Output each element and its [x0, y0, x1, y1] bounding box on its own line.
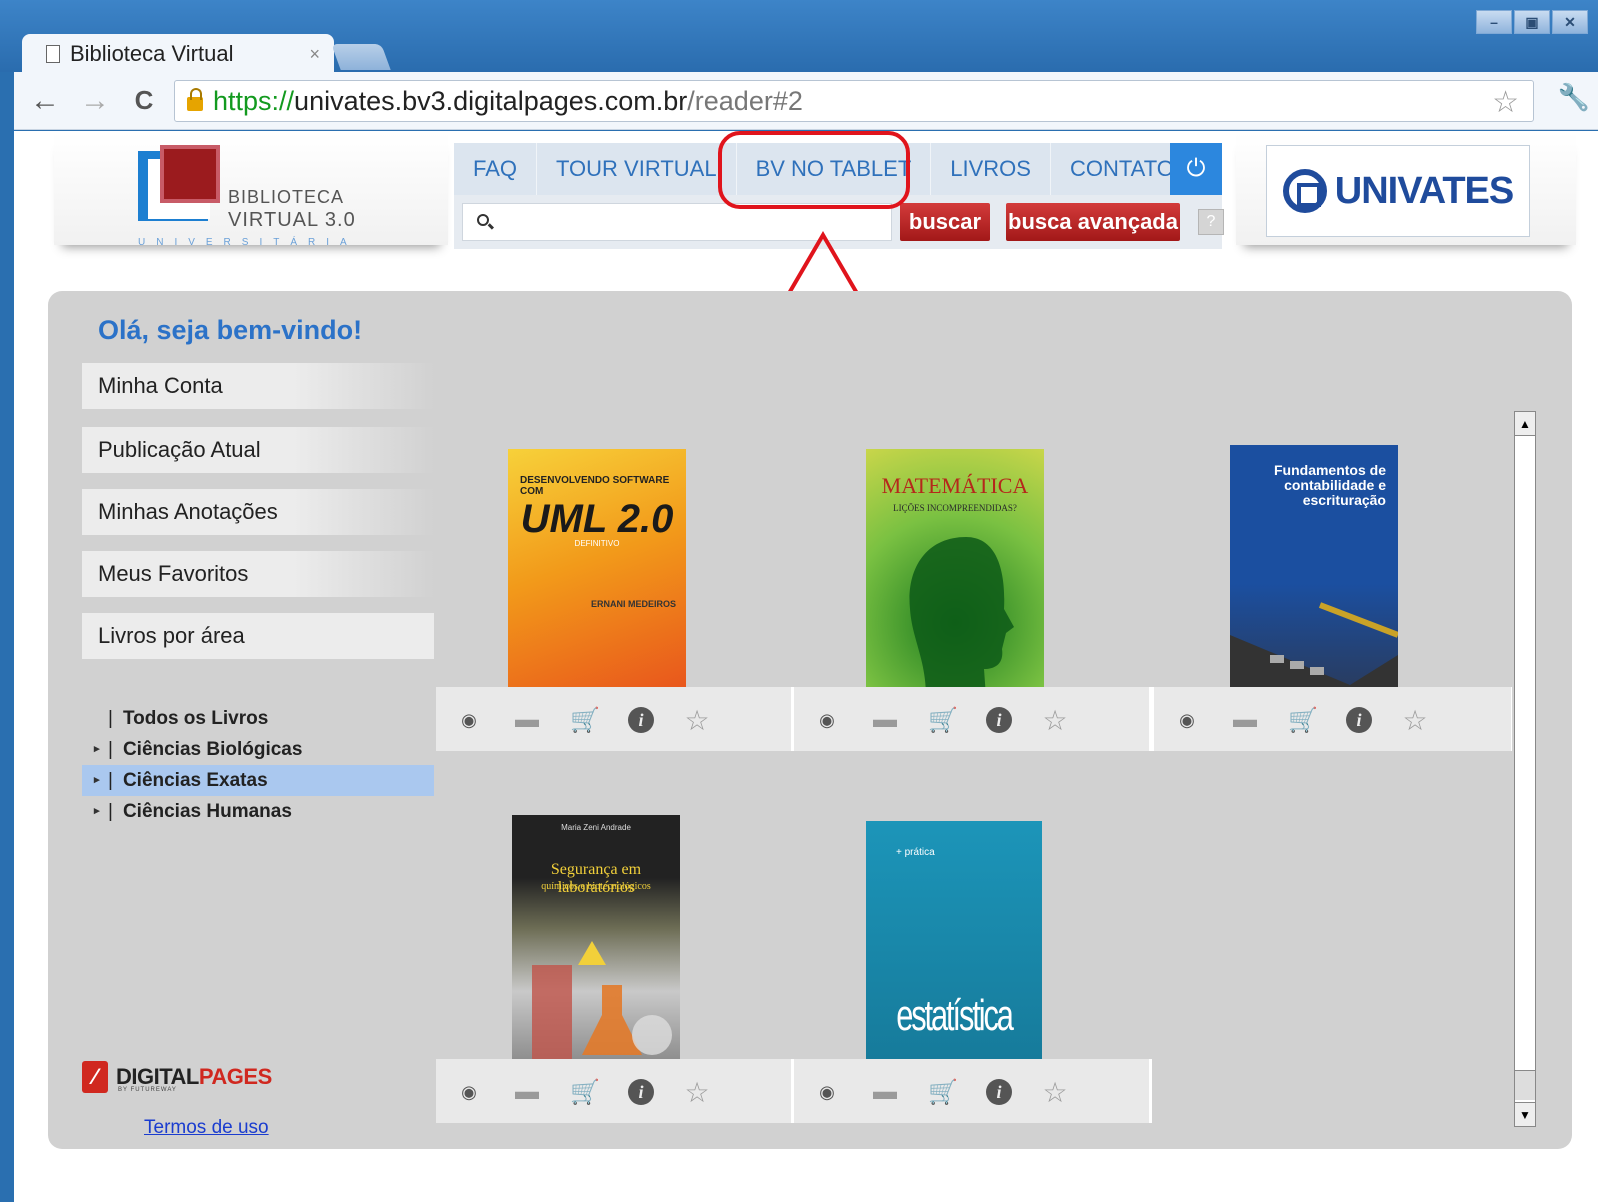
- tree-item-biologicas[interactable]: ▸ | Ciências Biológicas: [82, 734, 434, 765]
- logo-text-line2: VIRTUAL 3.0: [228, 209, 356, 231]
- logo-text-line1: BIBLIOTECA: [228, 187, 345, 207]
- sidebar-item-minhas-anotacoes[interactable]: Minhas Anotações: [82, 489, 434, 535]
- menu-livros[interactable]: LIVROS: [931, 143, 1051, 195]
- view-icon[interactable]: ◉: [812, 1077, 842, 1107]
- page-viewport: BIBLIOTECA VIRTUAL 3.0 UNIVERSITÁRIA FAQ…: [14, 131, 1598, 1202]
- view-icon[interactable]: ◉: [454, 705, 484, 735]
- chevron-right-icon: ▸: [94, 774, 100, 786]
- digitalpages-icon: ⁄: [82, 1061, 108, 1093]
- cart-icon[interactable]: 🛒: [570, 1077, 600, 1107]
- digitalpages-subtitle: BY FUTUREWAY: [118, 1087, 177, 1093]
- print-icon[interactable]: ▬: [512, 705, 542, 735]
- sidebar-item-meus-favoritos[interactable]: Meus Favoritos: [82, 551, 434, 597]
- book-actions-5: ◉ ▬ 🛒 i ☆: [794, 1059, 1150, 1123]
- address-bar[interactable]: https://univates.bv3.digitalpages.com.br…: [174, 80, 1534, 122]
- bookmark-star-icon[interactable]: ☆: [1492, 85, 1519, 120]
- book-actions-4: ◉ ▬ 🛒 i ☆: [436, 1059, 792, 1123]
- info-icon[interactable]: i: [628, 1079, 654, 1105]
- info-icon[interactable]: i: [986, 707, 1012, 733]
- chevron-right-icon: ▸: [94, 805, 100, 817]
- favorite-icon[interactable]: ☆: [1040, 705, 1070, 736]
- scroll-thumb[interactable]: [1515, 1070, 1535, 1100]
- book-actions-2: ◉ ▬ 🛒 i ☆: [794, 687, 1150, 751]
- browser-toolbar: ← → C https://univates.bv3.digitalpages.…: [14, 72, 1598, 130]
- logo-square-red: [160, 145, 220, 203]
- browser-tab[interactable]: Biblioteca Virtual ×: [22, 34, 334, 74]
- window-controls: – ▣ ✕: [1476, 10, 1588, 34]
- maximize-button[interactable]: ▣: [1514, 10, 1550, 34]
- logo-text-line3: UNIVERSITÁRIA: [138, 237, 358, 248]
- partner-logo-box: UNIVATES: [1236, 133, 1576, 245]
- search-icon: [477, 214, 489, 226]
- minimize-button[interactable]: –: [1476, 10, 1512, 34]
- print-icon[interactable]: ▬: [870, 1077, 900, 1107]
- annotation-highlight-ring: [718, 131, 910, 209]
- view-icon[interactable]: ◉: [812, 705, 842, 735]
- back-button[interactable]: ←: [30, 84, 60, 118]
- reload-button[interactable]: C: [130, 85, 158, 116]
- terms-link[interactable]: Termos de uso: [144, 1117, 269, 1139]
- url-text: https://univates.bv3.digitalpages.com.br…: [213, 85, 803, 116]
- view-icon[interactable]: ◉: [454, 1077, 484, 1107]
- cart-icon[interactable]: 🛒: [570, 705, 600, 735]
- welcome-heading: Olá, seja bem-vindo!: [98, 315, 363, 345]
- main-panel: Olá, seja bem-vindo! Minha Conta Publica…: [48, 291, 1572, 1149]
- power-icon[interactable]: ⏻: [1170, 143, 1222, 195]
- sidebar-item-publicacao-atual[interactable]: Publicação Atual: [82, 427, 434, 473]
- tree-item-humanas[interactable]: ▸ | Ciências Humanas: [82, 796, 434, 827]
- univates-name: UNIVATES: [1334, 169, 1514, 212]
- info-icon[interactable]: i: [1346, 707, 1372, 733]
- print-icon[interactable]: ▬: [1230, 705, 1260, 735]
- univates-mark-icon: [1282, 169, 1327, 213]
- close-window-button[interactable]: ✕: [1552, 10, 1588, 34]
- view-icon[interactable]: ◉: [1172, 705, 1202, 735]
- tab-title: Biblioteca Virtual: [70, 41, 234, 66]
- site-logo[interactable]: BIBLIOTECA VIRTUAL 3.0 UNIVERSITÁRIA: [54, 133, 448, 248]
- scroll-up-icon[interactable]: ▲: [1515, 412, 1535, 436]
- cart-icon[interactable]: 🛒: [1288, 705, 1318, 735]
- book-actions-3: ◉ ▬ 🛒 i ☆: [1154, 687, 1512, 751]
- favorite-icon[interactable]: ☆: [1400, 705, 1430, 736]
- favorite-icon[interactable]: ☆: [682, 1077, 712, 1108]
- menu-tour-virtual[interactable]: TOUR VIRTUAL: [537, 143, 737, 195]
- tab-close-icon[interactable]: ×: [309, 44, 320, 65]
- book-cover-matematica[interactable]: MATEMÁTICA LIÇÕES INCOMPREENDIDAS?: [866, 449, 1044, 697]
- print-icon[interactable]: ▬: [512, 1077, 542, 1107]
- advanced-search-button[interactable]: busca avançada: [1006, 203, 1180, 241]
- sidebar-item-livros-por-area[interactable]: Livros por área: [82, 613, 434, 659]
- scroll-down-icon[interactable]: ▼: [1515, 1102, 1535, 1126]
- page-icon: [46, 45, 60, 63]
- info-icon[interactable]: i: [986, 1079, 1012, 1105]
- cart-icon[interactable]: 🛒: [928, 705, 958, 735]
- book-cover-contabilidade[interactable]: Fundamentos de contabilidade e escritura…: [1230, 445, 1398, 697]
- new-tab-button[interactable]: [331, 44, 391, 70]
- print-icon[interactable]: ▬: [870, 705, 900, 735]
- forward-button[interactable]: →: [80, 84, 110, 118]
- favorite-icon[interactable]: ☆: [682, 705, 712, 736]
- univates-logo[interactable]: UNIVATES: [1266, 145, 1530, 237]
- help-icon[interactable]: ?: [1198, 209, 1224, 235]
- book-cover-seguranca[interactable]: Maria Zeni Andrade Segurança em laborató…: [512, 815, 680, 1067]
- tree-item-exatas[interactable]: ▸ | Ciências Exatas: [82, 765, 434, 796]
- favorite-icon[interactable]: ☆: [1040, 1077, 1070, 1108]
- chevron-right-icon: ▸: [94, 743, 100, 755]
- book-actions-1: ◉ ▬ 🛒 i ☆: [436, 687, 792, 751]
- lock-icon: [187, 88, 203, 111]
- book-cover-estatistica[interactable]: + prática estatística: [866, 821, 1042, 1067]
- category-tree: | Todos os Livros ▸ | Ciências Biológicas ▸…: [82, 703, 434, 827]
- search-button[interactable]: buscar: [900, 203, 990, 241]
- book-cover-uml[interactable]: DESENVOLVENDO SOFTWARE COM UML 2.0 DEFIN…: [508, 449, 686, 697]
- content-scrollbar[interactable]: ▲ ▼: [1514, 411, 1536, 1127]
- cart-icon[interactable]: 🛒: [928, 1077, 958, 1107]
- tree-item-todos[interactable]: | Todos os Livros: [82, 703, 434, 734]
- menu-faq[interactable]: FAQ: [454, 143, 538, 195]
- wrench-icon[interactable]: 🔧: [1558, 82, 1590, 113]
- info-icon[interactable]: i: [628, 707, 654, 733]
- sidebar-item-minha-conta[interactable]: Minha Conta: [82, 363, 434, 409]
